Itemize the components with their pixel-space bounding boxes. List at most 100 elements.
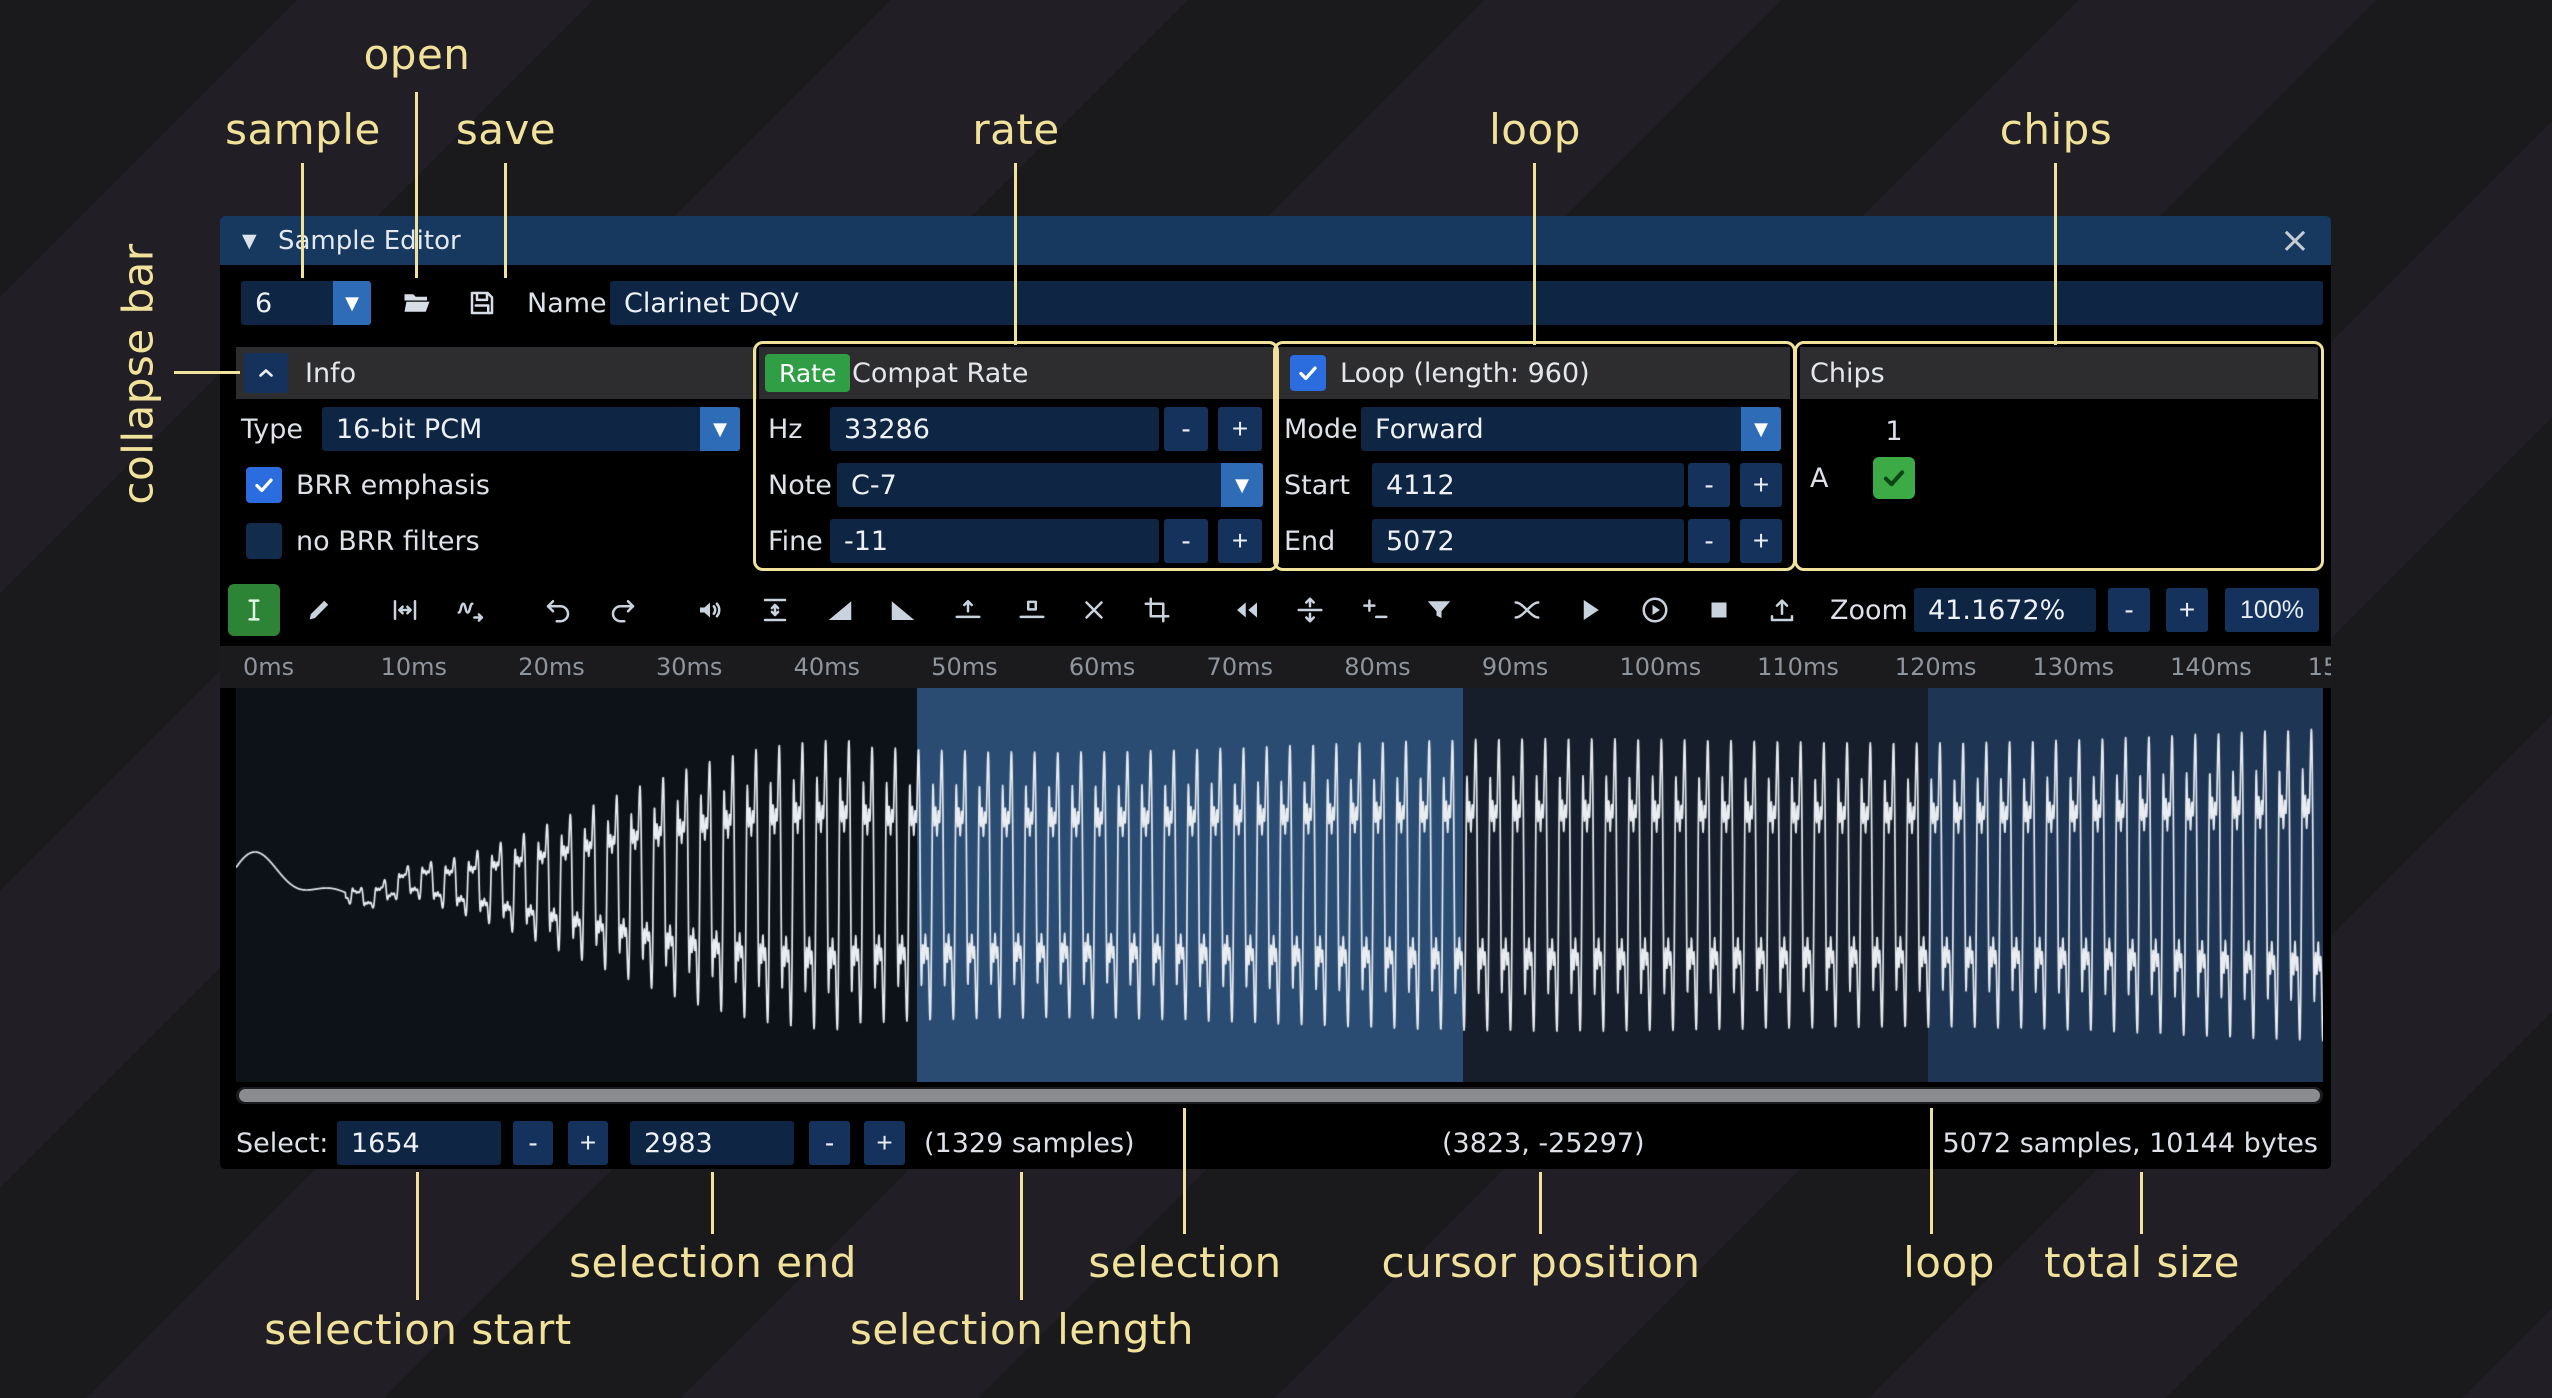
- selection-end-decrement-button[interactable]: -: [809, 1121, 850, 1165]
- draw-tool-button[interactable]: [293, 584, 345, 636]
- timeline-tick: 10ms: [381, 653, 447, 681]
- annotation-line-cursor-position: [1539, 1172, 1542, 1234]
- timeline-tick: 100ms: [1620, 653, 1702, 681]
- waveform-area[interactable]: [236, 688, 2323, 1082]
- loop-end-increment-button[interactable]: +: [1740, 519, 1782, 563]
- fine-increment-button[interactable]: +: [1218, 519, 1262, 563]
- scrollbar-thumb[interactable]: [239, 1089, 2320, 1102]
- crossfade-icon: [1512, 595, 1542, 625]
- loop-start-label: Start: [1284, 463, 1350, 507]
- hz-input[interactable]: 33286: [830, 407, 1159, 451]
- chevron-down-icon[interactable]: ▼: [333, 281, 371, 325]
- hz-decrement-button[interactable]: -: [1164, 407, 1208, 451]
- chips-panel: Chips 1 A: [1800, 347, 2318, 565]
- zoom-in-button[interactable]: +: [2166, 588, 2208, 632]
- chevron-down-icon[interactable]: ▼: [700, 407, 740, 451]
- chip-enable-checkbox[interactable]: [1873, 457, 1915, 499]
- window-collapse-icon[interactable]: ▼: [242, 230, 257, 252]
- loop-start-decrement-button[interactable]: -: [1688, 463, 1730, 507]
- zoom-reset-button[interactable]: 100%: [2225, 588, 2319, 632]
- selection-end-increment-button[interactable]: +: [864, 1121, 905, 1165]
- fade-in-button[interactable]: [814, 584, 866, 636]
- selection-end-input[interactable]: 2983: [630, 1121, 794, 1165]
- open-sample-button[interactable]: [392, 281, 441, 325]
- info-header-label: Info: [305, 358, 356, 389]
- crop-icon: [1142, 595, 1172, 625]
- select-tool-button[interactable]: [228, 584, 280, 636]
- brr-emphasis-checkbox[interactable]: [246, 467, 282, 503]
- folder-open-icon: [402, 288, 432, 318]
- sample-number-combo[interactable]: 6 ▼: [241, 281, 371, 325]
- selection-start-increment-button[interactable]: +: [568, 1121, 608, 1165]
- selection-start-input[interactable]: 1654: [337, 1121, 501, 1165]
- preview-note-button[interactable]: [1629, 584, 1681, 636]
- close-icon[interactable]: ×: [2273, 216, 2317, 265]
- preview-button[interactable]: [1564, 584, 1616, 636]
- delete-button[interactable]: [1068, 584, 1120, 636]
- hz-increment-button[interactable]: +: [1218, 407, 1262, 451]
- rate-panel-header[interactable]: Rate Compat Rate: [759, 347, 1273, 399]
- pencil-icon: [304, 595, 334, 625]
- info-panel-header[interactable]: Info: [236, 347, 757, 399]
- chip-row-label: A: [1810, 457, 1828, 499]
- fine-input[interactable]: -11: [830, 519, 1159, 563]
- waveform-canvas[interactable]: [236, 688, 2323, 1082]
- normalize-button[interactable]: [749, 584, 801, 636]
- loop-end-decrement-button[interactable]: -: [1688, 519, 1730, 563]
- loop-mode-combo[interactable]: Forward ▼: [1361, 407, 1781, 451]
- check-icon: [1879, 463, 1909, 493]
- note-label: Note: [768, 463, 832, 507]
- loop-panel-header[interactable]: Loop (length: 960): [1279, 347, 1790, 399]
- annotation-loop-bottom: loop: [1903, 1238, 1995, 1287]
- sample-type-combo[interactable]: 16-bit PCM ▼: [322, 407, 740, 451]
- annotation-line-total-size: [2140, 1172, 2143, 1234]
- apply-silence-button[interactable]: [1006, 584, 1058, 636]
- note-combo[interactable]: C-7 ▼: [837, 463, 1263, 507]
- waveform-scrollbar[interactable]: [236, 1087, 2323, 1104]
- titlebar[interactable]: ▼ Sample Editor ×: [220, 216, 2331, 265]
- rate-badge[interactable]: Rate: [765, 354, 850, 392]
- loop-enable-checkbox[interactable]: [1290, 355, 1326, 391]
- name-label: Name: [527, 281, 607, 325]
- fade-out-icon: [888, 595, 918, 625]
- stop-preview-button[interactable]: [1693, 584, 1745, 636]
- loop-start-increment-button[interactable]: +: [1740, 463, 1782, 507]
- no-brr-filters-checkbox[interactable]: [246, 523, 282, 559]
- annotation-rate: rate: [972, 105, 1059, 154]
- zoom-input[interactable]: 41.1672%: [1914, 588, 2096, 632]
- chevron-down-icon[interactable]: ▼: [1741, 407, 1781, 451]
- play-icon: [1575, 595, 1605, 625]
- annotation-line-open: [415, 92, 418, 278]
- timeline-ruler[interactable]: 0ms10ms20ms30ms40ms50ms60ms70ms80ms90ms1…: [220, 646, 2331, 688]
- annotation-sample: sample: [225, 105, 381, 154]
- crossfade-button[interactable]: [1501, 584, 1553, 636]
- insert-silence-button[interactable]: [942, 584, 994, 636]
- resample-button[interactable]: [444, 584, 496, 636]
- collapse-bar-button[interactable]: [244, 353, 288, 393]
- fade-out-button[interactable]: [877, 584, 929, 636]
- amplify-button[interactable]: [684, 584, 736, 636]
- save-sample-button[interactable]: [457, 281, 506, 325]
- annotation-line-collapse-bar: [174, 371, 240, 374]
- sample-type-value: 16-bit PCM: [322, 407, 700, 451]
- loop-end-input[interactable]: 5072: [1372, 519, 1684, 563]
- filter-button[interactable]: [1413, 584, 1465, 636]
- status-bar: Select: 1654 - + 2983 - + (1329 samples)…: [220, 1117, 2331, 1169]
- make-wavetable-button[interactable]: [1756, 584, 1808, 636]
- chips-panel-header[interactable]: Chips: [1800, 347, 2318, 399]
- sample-name-input[interactable]: Clarinet DQV: [610, 281, 2323, 325]
- invert-button[interactable]: [1284, 584, 1336, 636]
- selection-start-decrement-button[interactable]: -: [513, 1121, 553, 1165]
- sample-number-value: 6: [241, 281, 333, 325]
- fine-decrement-button[interactable]: -: [1164, 519, 1208, 563]
- resize-button[interactable]: [379, 584, 431, 636]
- zoom-out-button[interactable]: -: [2108, 588, 2150, 632]
- chevron-down-icon[interactable]: ▼: [1221, 463, 1263, 507]
- reverse-button[interactable]: [1221, 584, 1273, 636]
- sign-invert-button[interactable]: [1349, 584, 1401, 636]
- loop-start-input[interactable]: 4112: [1372, 463, 1684, 507]
- annotation-selection: selection: [1088, 1238, 1281, 1287]
- undo-button[interactable]: [532, 584, 584, 636]
- trim-button[interactable]: [1131, 584, 1183, 636]
- redo-button[interactable]: [597, 584, 649, 636]
